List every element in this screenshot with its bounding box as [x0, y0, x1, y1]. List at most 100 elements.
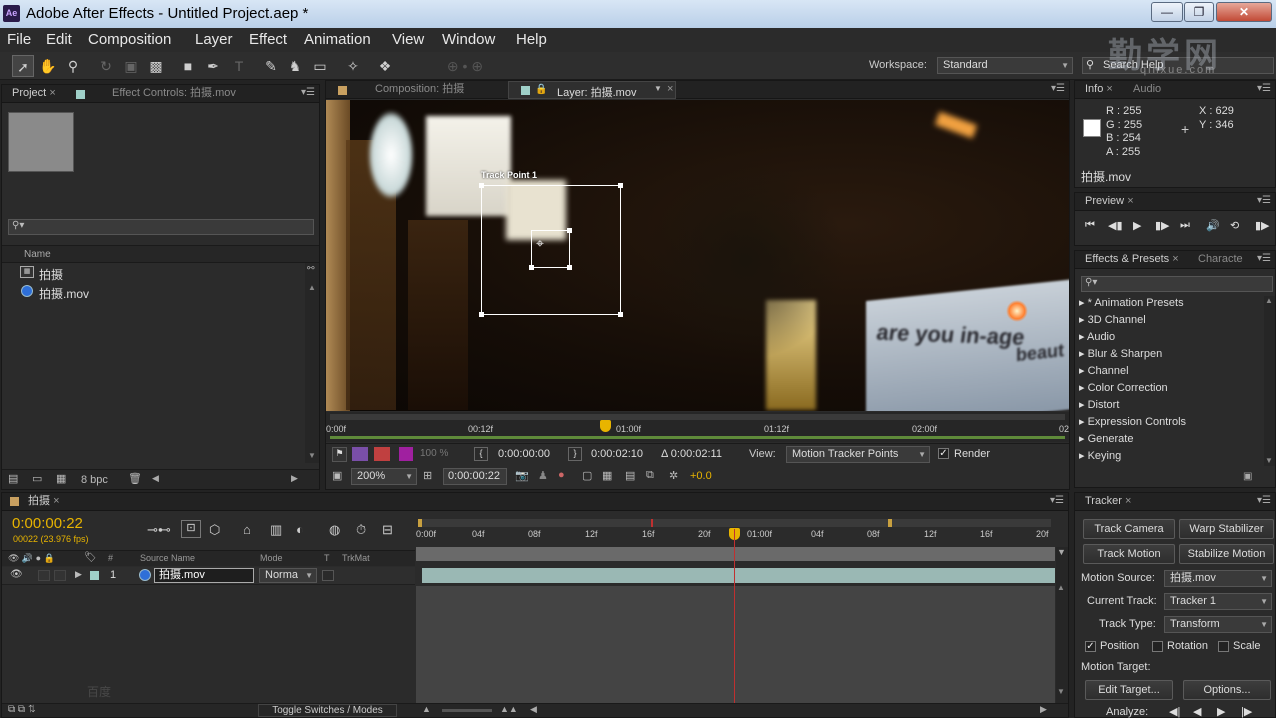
close-icon[interactable]: × — [1172, 253, 1178, 265]
project-item-footage[interactable]: 拍摄.mov — [2, 284, 302, 302]
search-region-handle[interactable] — [618, 312, 623, 317]
snapshot-icon[interactable]: 📷 — [515, 469, 529, 482]
channel-icon[interactable]: ● — [558, 469, 565, 481]
in-point-time[interactable]: 0:00:00:00 — [498, 448, 550, 460]
menu-composition[interactable]: Composition — [88, 31, 171, 48]
layer-name-field[interactable]: 拍摄.mov — [154, 568, 254, 583]
panel-menu-icon[interactable]: ▾☰ — [1257, 253, 1271, 264]
scroll-left-icon[interactable]: ◀ — [152, 473, 159, 484]
mask-icon[interactable] — [374, 447, 390, 461]
work-area-bar[interactable] — [330, 414, 1065, 420]
scroll-down-icon[interactable]: ▼ — [1057, 687, 1065, 696]
current-time-indicator[interactable] — [600, 420, 611, 432]
pen-tool-icon[interactable]: ✒ — [202, 55, 224, 77]
menu-layer[interactable]: Layer — [195, 31, 233, 48]
close-icon[interactable]: × — [1106, 83, 1112, 95]
work-area-bar[interactable] — [418, 519, 1051, 527]
transparency-grid-icon[interactable]: ▦ — [602, 469, 612, 482]
close-window-button[interactable]: ✕ — [1216, 2, 1272, 22]
tab-character[interactable]: Characte — [1194, 251, 1247, 269]
project-search-input[interactable]: ⚲▾ — [8, 219, 314, 235]
opacity-value[interactable]: 100 % — [420, 448, 448, 459]
type-tool-icon[interactable]: T — [228, 55, 250, 77]
layer-time-ruler[interactable]: 0:00f 00:12f 01:00f 01:12f 02:00f 02 — [326, 412, 1069, 442]
region-of-interest-icon[interactable]: ▢ — [582, 469, 592, 482]
menu-edit[interactable]: Edit — [46, 31, 72, 48]
eye-visibility-icon[interactable]: 👁 — [10, 569, 23, 580]
blend-mode-select[interactable]: Norma ▼ — [259, 568, 317, 583]
zoom-in-icon[interactable]: ▲▲ — [500, 704, 518, 714]
draft-3d-icon[interactable]: ⊡ — [181, 520, 201, 538]
timeline-ruler-area[interactable]: 0:00f 04f 08f 12f 16f 20f 01:00f 04f 08f… — [416, 515, 1055, 561]
analyze-forward-one-frame-icon[interactable]: |▶ — [1241, 705, 1252, 718]
play-icon[interactable]: ▶ — [1133, 219, 1141, 232]
scroll-up-icon[interactable]: ▲ — [1265, 296, 1273, 305]
search-region-handle[interactable] — [479, 312, 484, 317]
panel-menu-icon[interactable]: ▾☰ — [301, 87, 315, 98]
warp-stabilizer-button[interactable]: Warp Stabilizer — [1179, 519, 1274, 539]
expand-layer-switches-icon[interactable]: ⧉ ⧉ ⇅ — [8, 704, 36, 715]
scroll-up-icon[interactable]: ▲ — [1057, 583, 1065, 592]
analyze-forward-icon[interactable]: ▶ — [1217, 705, 1225, 718]
hand-tool-icon[interactable]: ✋ — [37, 55, 59, 77]
chevron-down-icon[interactable]: ▼ — [654, 84, 662, 93]
effects-category[interactable]: ▸ * Animation Presets — [1075, 296, 1265, 313]
effects-category[interactable]: ▸ Distort — [1075, 398, 1265, 415]
tab-layer[interactable]: 🔒 Layer: 拍摄.mov ▼ × — [508, 81, 676, 99]
panel-menu-icon[interactable]: ▾☰ — [1051, 83, 1065, 94]
audio-icon[interactable]: 🔊 — [1206, 219, 1220, 232]
lock-toggle[interactable] — [54, 570, 66, 581]
track-point-feature-region[interactable]: ⌖ — [529, 228, 572, 270]
menu-view[interactable]: View — [392, 31, 424, 48]
tab-info[interactable]: Info × — [1081, 81, 1117, 99]
interpret-footage-icon[interactable]: ▤ — [8, 472, 18, 485]
magnification-select[interactable]: 200% ▼ — [351, 468, 417, 485]
feature-region-handle[interactable] — [567, 265, 572, 270]
effects-search-input[interactable]: ⚲▾ — [1081, 276, 1273, 292]
tab-audio[interactable]: Audio — [1129, 81, 1165, 99]
effects-category[interactable]: ▸ Blur & Sharpen — [1075, 347, 1265, 364]
current-track-select[interactable]: Tracker 1 ▼ — [1164, 593, 1272, 610]
layer-number-header[interactable]: # — [108, 553, 113, 563]
brush-tool-icon[interactable]: ✎ — [260, 55, 282, 77]
selection-tool-icon[interactable]: ➚ — [12, 55, 34, 77]
scroll-right-icon[interactable]: ▶ — [291, 473, 298, 484]
effects-category[interactable]: ▸ Audio — [1075, 330, 1265, 347]
close-icon[interactable]: × — [49, 87, 55, 99]
menu-effect[interactable]: Effect — [249, 31, 287, 48]
clone-stamp-tool-icon[interactable]: ♞ — [284, 55, 306, 77]
track-matte-header[interactable]: TrkMat — [342, 553, 370, 563]
axis-mode-icon[interactable]: ⊕ • ⊕ — [440, 55, 490, 77]
delete-trash-icon[interactable]: 🗑 — [128, 472, 142, 485]
zoom-out-icon[interactable]: ▲ — [422, 704, 431, 714]
effects-category[interactable]: ▸ Keying — [1075, 449, 1265, 466]
roto-brush-tool-icon[interactable]: ✧ — [342, 55, 364, 77]
scroll-down-icon[interactable]: ▼ — [308, 451, 316, 460]
work-area-start-handle[interactable] — [418, 519, 422, 527]
next-frame-icon[interactable]: ▮▶ — [1155, 219, 1170, 232]
new-composition-icon[interactable]: ▦ — [56, 472, 66, 485]
bit-depth-label[interactable]: 8 bpc — [81, 474, 108, 486]
panel-menu-icon[interactable]: ▾☰ — [1257, 495, 1271, 506]
exposure-value[interactable]: +0.0 — [690, 470, 712, 482]
stabilize-motion-button[interactable]: Stabilize Motion — [1179, 544, 1274, 564]
rotation-checkbox[interactable] — [1152, 641, 1163, 652]
timeline-scrollbar[interactable]: ▼ ▲ ▼ — [1056, 547, 1068, 703]
tab-preview[interactable]: Preview × — [1081, 193, 1138, 211]
puppet-pin-tool-icon[interactable]: ❖ — [374, 55, 396, 77]
effects-category[interactable]: ▸ Color Correction — [1075, 381, 1265, 398]
stopwatch-icon[interactable]: ⏱ — [356, 522, 366, 538]
tab-effect-controls[interactable]: Effect Controls: 拍摄.mov — [108, 85, 240, 103]
layer-footage-frame[interactable]: are you in-age beaut Track Point 1 ⌖ — [326, 100, 1069, 411]
effects-category[interactable]: ▸ 3D Channel — [1075, 313, 1265, 330]
effects-scrollbar[interactable]: ▲ ▼ — [1264, 296, 1275, 466]
scroll-down-icon[interactable]: ▼ — [1265, 456, 1273, 465]
effects-category[interactable]: ▸ Expression Controls — [1075, 415, 1265, 432]
rotate-tool-icon[interactable]: ↻ — [95, 55, 117, 77]
close-icon[interactable]: × — [1127, 195, 1133, 207]
fast-previews-icon[interactable]: ⧉ — [646, 469, 654, 482]
time-navigator-end-icon[interactable]: ▼ — [1057, 547, 1066, 557]
panel-menu-icon[interactable]: ▾☰ — [1257, 195, 1271, 206]
expand-arrow-icon[interactable]: ▶ — [75, 569, 82, 580]
current-time-field[interactable]: 0:00:00:22 — [443, 468, 507, 485]
